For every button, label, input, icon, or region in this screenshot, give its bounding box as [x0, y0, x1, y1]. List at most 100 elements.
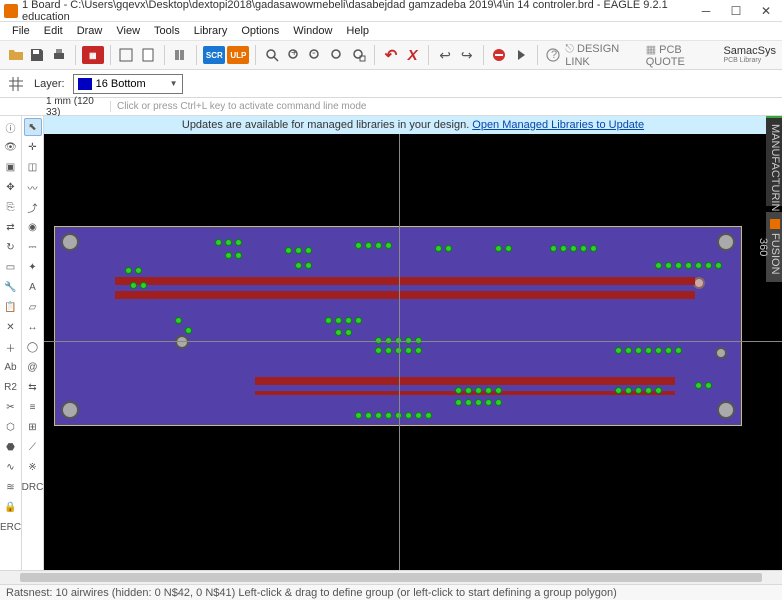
tool-erc[interactable]: ERC — [2, 518, 20, 536]
pad — [215, 239, 222, 246]
canvas[interactable]: Updates are available for managed librar… — [44, 116, 782, 570]
tool-smash[interactable]: ✂ — [2, 398, 20, 416]
tool-slice[interactable]: ⟋ — [24, 438, 42, 456]
pad — [295, 262, 302, 269]
tool-text[interactable]: A — [24, 278, 42, 296]
zoom-select-button[interactable] — [349, 44, 369, 66]
help-button[interactable]: ? — [544, 44, 564, 66]
horizontal-scrollbar[interactable] — [0, 570, 782, 584]
command-input[interactable]: Click or press Ctrl+L key to activate co… — [110, 101, 782, 112]
ulp-button[interactable]: ULP — [227, 44, 249, 66]
tool-dimension[interactable]: ↔ — [24, 318, 42, 336]
tool-lock[interactable]: 🔒 — [2, 498, 20, 516]
manufacturing-tab[interactable]: MANUFACTURING — [766, 116, 782, 206]
tool-meander[interactable]: ≋ — [2, 478, 20, 496]
pad — [385, 242, 392, 249]
go-button[interactable] — [511, 44, 531, 66]
tool-via[interactable]: ◉ — [24, 218, 42, 236]
tool-split[interactable]: ⬣ — [2, 438, 20, 456]
tool-mark[interactable]: ✛ — [24, 138, 42, 156]
stop-button[interactable] — [490, 44, 510, 66]
tool-ratsnest[interactable]: ✦ — [24, 258, 42, 276]
tool-signal[interactable]: ⎓ — [24, 238, 42, 256]
save-button[interactable] — [28, 44, 48, 66]
close-button[interactable]: ✕ — [760, 5, 772, 17]
menu-tools[interactable]: Tools — [148, 24, 186, 38]
redo-button[interactable]: X — [403, 44, 423, 66]
tool-pinswap[interactable]: ⇆ — [24, 378, 42, 396]
back-button[interactable]: ↩ — [435, 44, 455, 66]
tool-optimize[interactable]: ∿ — [2, 458, 20, 476]
pad — [675, 347, 682, 354]
menu-window[interactable]: Window — [287, 24, 338, 38]
pad — [405, 412, 412, 419]
zoom-in-button[interactable]: + — [284, 44, 304, 66]
tool-group[interactable]: ▭ — [2, 258, 20, 276]
tool-mirror[interactable]: ⇄ — [2, 218, 20, 236]
pcb-quote-button[interactable]: ▦ PCB QUOTE — [646, 43, 712, 68]
layer-select[interactable]: 16 Bottom ▼ — [73, 74, 183, 94]
tool-show[interactable]: 👁 — [2, 138, 20, 156]
cam-button[interactable]: ▦ — [82, 44, 104, 66]
menu-library[interactable]: Library — [188, 24, 234, 38]
tool-select[interactable]: ⬉ — [24, 118, 42, 136]
scr-button[interactable]: SCR — [203, 44, 225, 66]
menu-draw[interactable]: Draw — [71, 24, 109, 38]
tool-drc[interactable]: DRC — [24, 478, 42, 496]
samacsys-button[interactable]: SamacSysPCB Library — [723, 46, 776, 64]
pad — [235, 252, 242, 259]
tool-move[interactable]: ✥ — [2, 178, 20, 196]
tool-info[interactable]: ⓘ — [2, 118, 20, 136]
menu-file[interactable]: File — [6, 24, 36, 38]
sheet-button[interactable] — [138, 44, 158, 66]
pad — [675, 262, 682, 269]
print-button[interactable] — [49, 44, 69, 66]
maximize-button[interactable]: ☐ — [730, 5, 742, 17]
tool-change[interactable]: 🔧 — [2, 278, 20, 296]
pcb-board[interactable] — [54, 226, 742, 426]
menu-edit[interactable]: Edit — [38, 24, 69, 38]
pad — [305, 247, 312, 254]
tool-value[interactable]: R2 — [2, 378, 20, 396]
layer-selected-text: 16 Bottom — [96, 78, 166, 90]
tool-grid[interactable]: ◫ — [24, 158, 42, 176]
undo-button[interactable]: ↶ — [381, 44, 401, 66]
menu-view[interactable]: View — [110, 24, 146, 38]
grid-button[interactable] — [6, 74, 26, 94]
tool-replace[interactable]: ≡ — [24, 398, 42, 416]
forward-button[interactable]: ↪ — [457, 44, 477, 66]
tool-name[interactable]: Ab — [2, 358, 20, 376]
minimize-button[interactable]: ─ — [700, 5, 712, 17]
design-link-button[interactable]: ⎋ DESIGN LINK — [565, 43, 633, 68]
tool-rotate[interactable]: ↻ — [2, 238, 20, 256]
pad — [345, 317, 352, 324]
tool-miter[interactable]: ⬡ — [2, 418, 20, 436]
tool-layers[interactable]: ▣ — [2, 158, 20, 176]
pad — [425, 412, 432, 419]
tool-copy[interactable]: ⎘ — [2, 198, 20, 216]
open-button[interactable] — [6, 44, 26, 66]
zoom-out-button[interactable]: - — [305, 44, 325, 66]
tool-ripup[interactable]: ⤴ — [24, 198, 42, 216]
zoom-fit-button[interactable] — [262, 44, 282, 66]
pad — [615, 387, 622, 394]
tool-route[interactable]: 〰 — [24, 178, 42, 196]
tool-add[interactable]: ＋ — [2, 338, 20, 356]
tool-fanout[interactable]: ※ — [24, 458, 42, 476]
library-button[interactable] — [171, 44, 191, 66]
menu-options[interactable]: Options — [235, 24, 285, 38]
pad — [495, 387, 502, 394]
tool-attribute[interactable]: @ — [24, 358, 42, 376]
sch-brd-button[interactable] — [117, 44, 137, 66]
tool-hole[interactable]: ◯ — [24, 338, 42, 356]
fusion360-tab[interactable]: FUSION 360 — [766, 212, 782, 282]
open-managed-libraries-link[interactable]: Open Managed Libraries to Update — [472, 119, 644, 131]
pad — [325, 317, 332, 324]
scrollbar-thumb[interactable] — [20, 573, 762, 582]
menu-help[interactable]: Help — [340, 24, 375, 38]
tool-polygon[interactable]: ▱ — [24, 298, 42, 316]
tool-paste[interactable]: 📋 — [2, 298, 20, 316]
tool-delete[interactable]: ✕ — [2, 318, 20, 336]
tool-distribute[interactable]: ⊞ — [24, 418, 42, 436]
zoom-redraw-button[interactable] — [327, 44, 347, 66]
